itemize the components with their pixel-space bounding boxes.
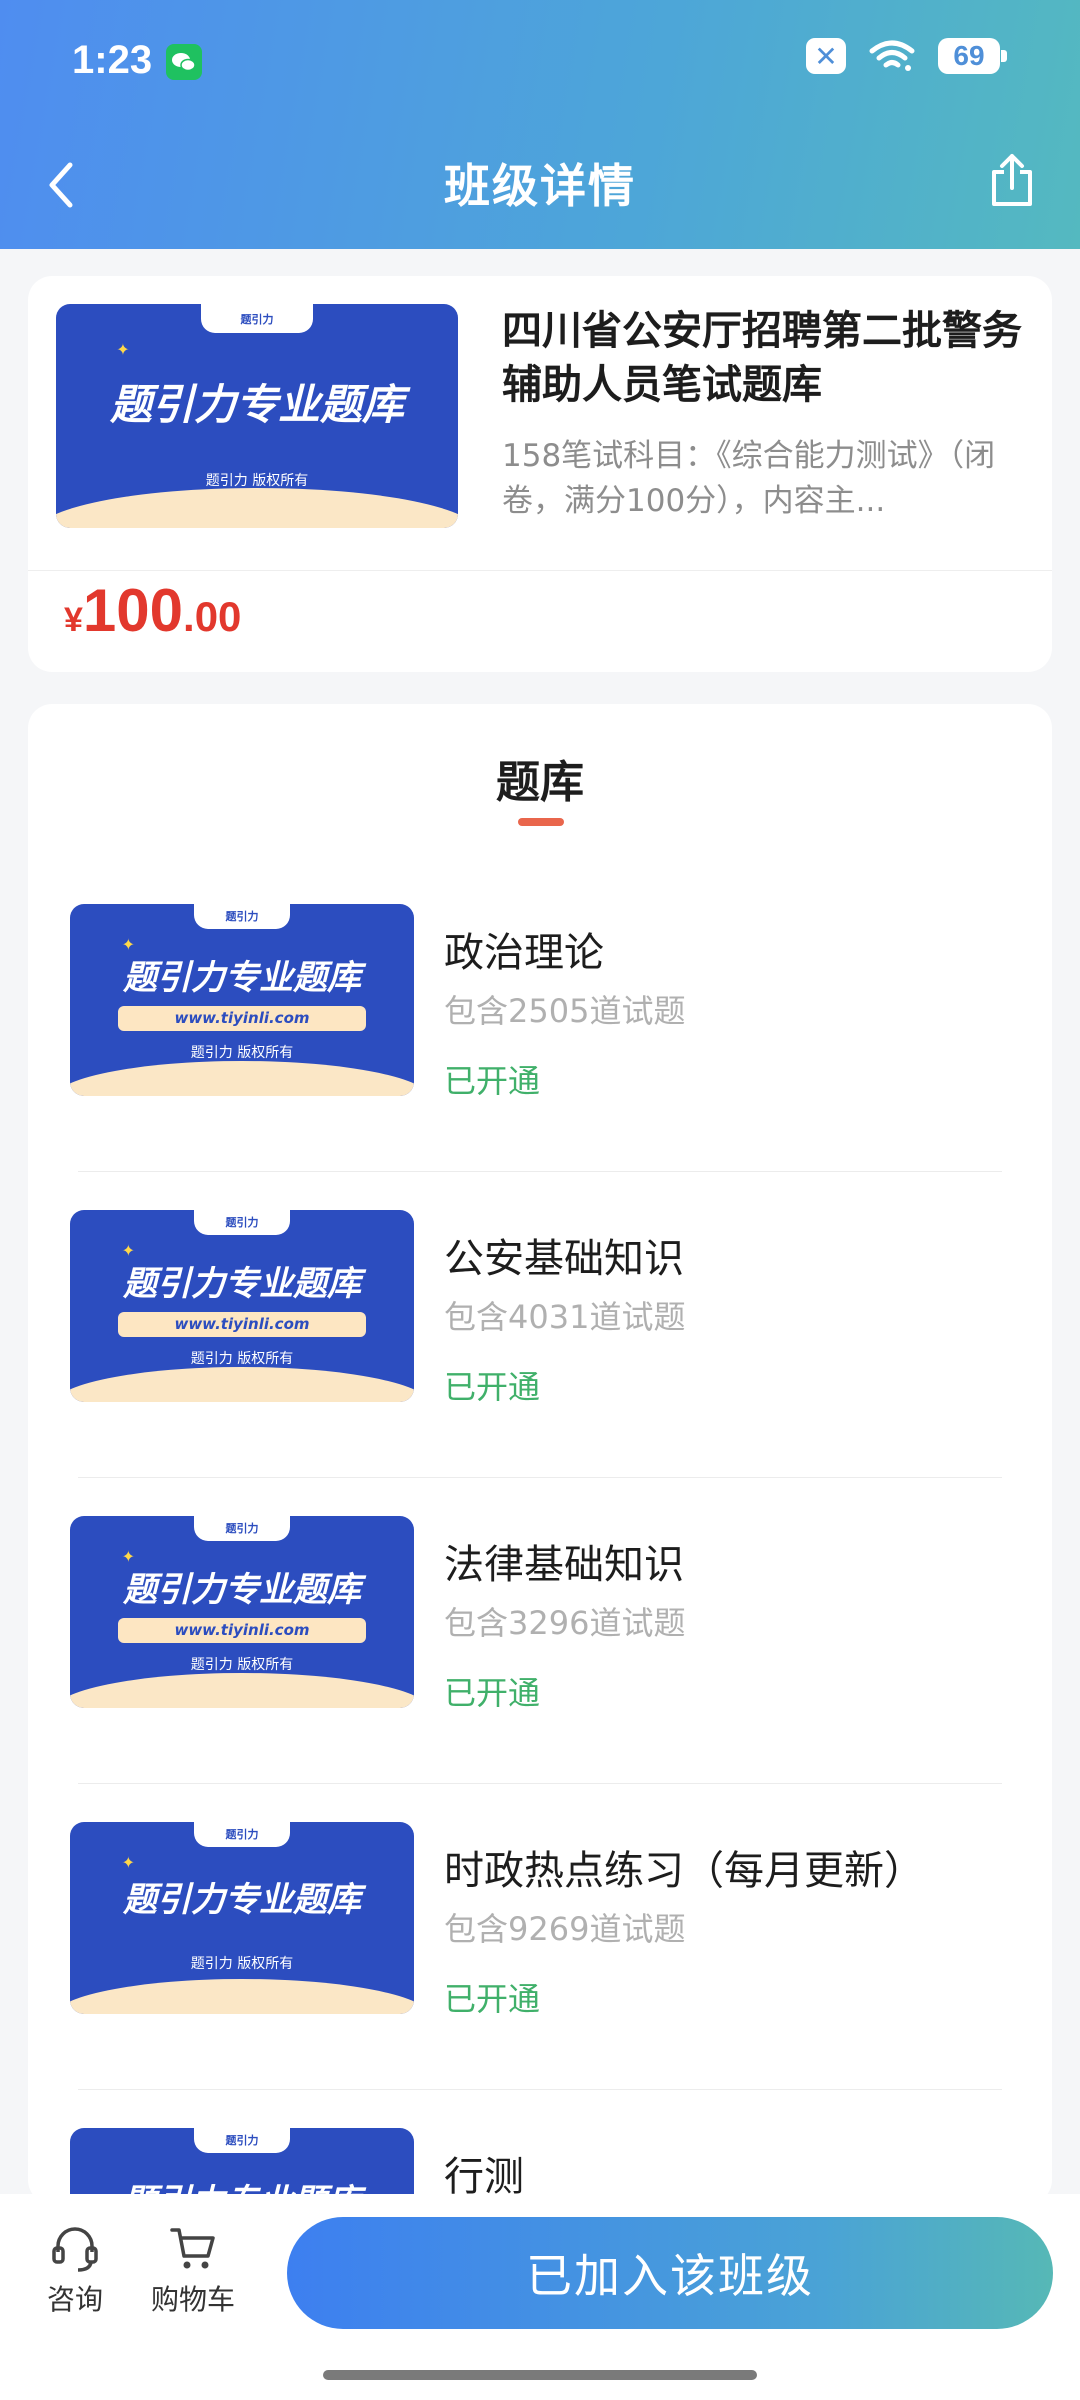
bank-item-status: 已开通 — [444, 1674, 541, 1712]
bank-cover-image: 题引力 ✦ 题引力专业题库 www.tiyinli.com 题引力 版权所有 — [70, 1516, 414, 1708]
cart-button[interactable]: 购物车 — [138, 2224, 248, 2318]
bank-item-current-affairs[interactable]: 题引力 ✦ 题引力专业题库 题引力 版权所有 时政热点练习（每月更新） 包含92… — [28, 1784, 1052, 2090]
cover-copyright: 题引力 版权所有 — [190, 1657, 294, 1674]
bank-item-name: 时政热点练习（每月更新） — [444, 1848, 924, 1894]
cover-url: www.tiyinli.com — [118, 1005, 366, 1031]
cover-wave — [70, 1979, 414, 2014]
bank-item-status: 已开通 — [444, 1980, 541, 2018]
bank-item-status: 已开通 — [444, 1368, 541, 1406]
bank-item-count: 包含2505道试题 — [444, 992, 686, 1030]
brand-tab: 题引力 — [193, 2128, 291, 2153]
brand-tab: 题引力 — [200, 304, 314, 334]
star-icon: ✦ — [121, 1852, 135, 1872]
cover-wave — [56, 487, 458, 528]
brand-tab: 题引力 — [193, 904, 291, 929]
close-status-icon: ✕ — [806, 38, 846, 74]
brand-tab: 题引力 — [193, 1822, 291, 1847]
header-bar: 1:23 ✕ 69 班级详情 — [0, 0, 1080, 249]
price-currency: ¥ — [64, 601, 83, 639]
section-title: 题库 — [496, 757, 584, 808]
home-indicator[interactable] — [323, 2370, 757, 2380]
bank-item-police-basics[interactable]: 题引力 ✦ 题引力专业题库 www.tiyinli.com 题引力 版权所有 公… — [28, 1172, 1052, 1478]
bank-item-name: 公安基础知识 — [444, 1236, 684, 1282]
cover-url: www.tiyinli.com — [118, 1311, 366, 1337]
bank-item-aptitude-test[interactable]: 题引力 题引力专业题库 行测 — [28, 2090, 1052, 2204]
cart-label: 购物车 — [150, 2283, 235, 2316]
question-bank-section: 题库 题引力 ✦ 题引力专业题库 www.tiyinli.com 题引力 版权所… — [28, 704, 1052, 2204]
cover-url: www.tiyinli.com — [118, 1617, 366, 1643]
bank-item-politics[interactable]: 题引力 ✦ 题引力专业题库 www.tiyinli.com 题引力 版权所有 政… — [28, 866, 1052, 1172]
cover-copyright: 题引力 版权所有 — [190, 1955, 294, 1972]
wechat-notification-icon — [166, 44, 202, 80]
cover-title: 题引力专业题库 — [123, 1570, 361, 1611]
bank-item-name: 法律基础知识 — [444, 1542, 684, 1588]
cover-title: 题引力专业题库 — [123, 1879, 361, 1920]
bank-item-count: 包含3296道试题 — [444, 1604, 686, 1642]
course-price: ¥100.00 — [64, 576, 241, 645]
battery-indicator: 69 — [938, 38, 1007, 74]
bank-cover-image: 题引力 ✦ 题引力专业题库 www.tiyinli.com 题引力 版权所有 — [70, 1210, 414, 1402]
page-title: 班级详情 — [444, 159, 636, 213]
bank-item-status: 已开通 — [444, 1062, 541, 1100]
cover-copyright: 题引力 版权所有 — [190, 1045, 294, 1062]
consult-button[interactable]: 咨询 — [20, 2224, 130, 2318]
bank-item-count: 包含9269道试题 — [444, 1910, 686, 1948]
bank-item-name: 政治理论 — [444, 930, 604, 976]
cover-copyright: 题引力 版权所有 — [205, 472, 309, 489]
cover-wave — [70, 1673, 414, 1708]
joined-class-button[interactable]: 已加入该班级 — [287, 2217, 1053, 2329]
headset-icon — [52, 2227, 98, 2272]
bank-item-count: 包含4031道试题 — [444, 1298, 686, 1336]
price-integer: 100 — [82, 577, 184, 644]
star-icon: ✦ — [116, 339, 130, 359]
consult-label: 咨询 — [46, 2283, 103, 2316]
card-divider — [28, 570, 1052, 571]
course-description: 158笔试科目：《综合能力测试》（闭卷，满分100分），内容主... — [502, 438, 996, 519]
course-card[interactable]: 题引力 ✦ 题引力专业题库 题引力 版权所有 四川省公安厅招聘第二批警务辅助人员… — [28, 276, 1052, 672]
status-time: 1:23 — [72, 38, 153, 82]
brand-tab: 题引力 — [193, 1516, 291, 1541]
status-icons: ✕ 69 — [806, 38, 1007, 74]
bank-cover-image: 题引力 ✦ 题引力专业题库 题引力 版权所有 — [70, 1822, 414, 2014]
share-icon[interactable] — [982, 150, 1042, 210]
course-cover-image: 题引力 ✦ 题引力专业题库 题引力 版权所有 — [56, 304, 458, 528]
shopping-cart-icon — [170, 2228, 215, 2269]
bank-cover-image: 题引力 题引力专业题库 — [70, 2128, 414, 2204]
bank-cover-image: 题引力 ✦ 题引力专业题库 www.tiyinli.com 题引力 版权所有 — [70, 904, 414, 1096]
cover-title: 题引力专业题库 — [123, 958, 361, 999]
course-name: 四川省公安厅招聘第二批警务辅助人员笔试题库 — [502, 308, 1022, 408]
wifi-icon — [869, 40, 915, 71]
section-title-underline — [518, 818, 564, 826]
brand-tab: 题引力 — [193, 1210, 291, 1235]
cover-copyright: 题引力 版权所有 — [190, 1351, 294, 1368]
cover-wave — [70, 1061, 414, 1096]
cover-title: 题引力专业题库 — [123, 1264, 361, 1305]
cover-wave — [70, 1367, 414, 1402]
bank-item-law-basics[interactable]: 题引力 ✦ 题引力专业题库 www.tiyinli.com 题引力 版权所有 法… — [28, 1478, 1052, 1784]
price-decimal: .00 — [183, 593, 242, 640]
cover-title: 题引力专业题库 — [109, 380, 404, 430]
